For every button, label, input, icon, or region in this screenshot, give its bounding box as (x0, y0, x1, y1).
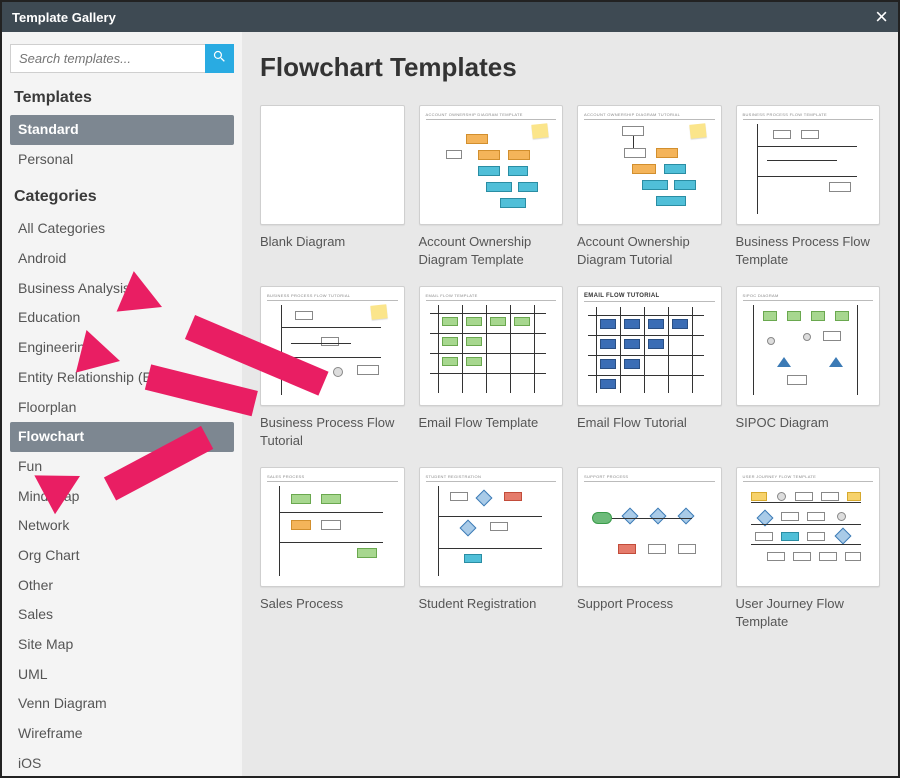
categories-item[interactable]: All Categories (10, 214, 234, 244)
template-thumbnail: STUDENT REGISTRATION (419, 467, 564, 587)
categories-item[interactable]: Mind Map (10, 482, 234, 512)
categories-item[interactable]: Floorplan (10, 393, 234, 423)
template-card[interactable]: Email Flow Tutorial Email Flow Tutorial (577, 286, 722, 449)
template-label: Student Registration (419, 595, 564, 629)
search-button[interactable] (205, 44, 234, 73)
categories-item[interactable]: Flowchart (10, 422, 234, 452)
template-card[interactable]: SUPPORT PROCESS Support Process (577, 467, 722, 630)
main-panel: Flowchart Templates Blank Diagram ACCOUNT… (242, 32, 898, 776)
template-card[interactable]: ACCOUNT OWNERSHIP DIAGRAM TUTORIAL Accoun… (577, 105, 722, 268)
template-card[interactable]: BUSINESS PROCESS FLOW TEMPLATE Business P… (736, 105, 881, 268)
template-thumbnail: SIPOC DIAGRAM (736, 286, 881, 406)
categories-item[interactable]: Education (10, 303, 234, 333)
categories-item[interactable]: iOS (10, 749, 234, 776)
template-thumbnail: SALES PROCESS (260, 467, 405, 587)
categories-item[interactable]: Fun (10, 452, 234, 482)
template-card[interactable]: BUSINESS PROCESS FLOW TUTORIAL Business P… (260, 286, 405, 449)
template-thumbnail: ACCOUNT OWNERSHIP DIAGRAM TUTORIAL (577, 105, 722, 225)
categories-item[interactable]: Venn Diagram (10, 689, 234, 719)
template-thumbnail: USER JOURNEY FLOW TEMPLATE (736, 467, 881, 587)
templates-item[interactable]: Standard (10, 115, 234, 145)
categories-item[interactable]: Org Chart (10, 541, 234, 571)
categories-list: All CategoriesAndroidBusiness AnalysisEd… (10, 214, 234, 776)
categories-item[interactable]: Business Analysis (10, 274, 234, 304)
template-label: Account Ownership Diagram Template (419, 233, 564, 268)
template-card[interactable]: SALES PROCESS Sales Process (260, 467, 405, 630)
sidebar: Templates StandardPersonal Categories Al… (2, 32, 242, 776)
search-row (10, 44, 234, 73)
templates-item[interactable]: Personal (10, 145, 234, 175)
dialog-title: Template Gallery (12, 10, 116, 25)
template-thumbnail (260, 105, 405, 225)
categories-item[interactable]: Network (10, 511, 234, 541)
categories-item[interactable]: Other (10, 571, 234, 601)
template-grid: Blank Diagram ACCOUNT OWNERSHIP DIAGRAM T… (260, 105, 880, 630)
template-card[interactable]: USER JOURNEY FLOW TEMPLATE User Journey F… (736, 467, 881, 630)
template-label: Business Process Flow Template (736, 233, 881, 268)
templates-section-title: Templates (14, 89, 230, 107)
categories-item[interactable]: Wireframe (10, 719, 234, 749)
templates-list: StandardPersonal (10, 115, 234, 174)
template-thumbnail: BUSINESS PROCESS FLOW TEMPLATE (736, 105, 881, 225)
template-label: Blank Diagram (260, 233, 405, 267)
template-label: SIPOC Diagram (736, 414, 881, 448)
template-label: Sales Process (260, 595, 405, 629)
close-icon[interactable]: × (875, 6, 888, 28)
template-thumbnail: EMAIL FLOW TEMPLATE (419, 286, 564, 406)
dialog-body: Templates StandardPersonal Categories Al… (2, 32, 898, 776)
template-thumbnail: Email Flow Tutorial (577, 286, 722, 406)
template-card[interactable]: ACCOUNT OWNERSHIP DIAGRAM TEMPLATE Accoun… (419, 105, 564, 268)
template-label: Email Flow Tutorial (577, 414, 722, 448)
search-icon (212, 49, 227, 69)
template-thumbnail: BUSINESS PROCESS FLOW TUTORIAL (260, 286, 405, 406)
categories-item[interactable]: UML (10, 660, 234, 690)
template-label: Email Flow Template (419, 414, 564, 448)
categories-section-title: Categories (14, 188, 230, 206)
template-label: Account Ownership Diagram Tutorial (577, 233, 722, 268)
template-thumbnail: SUPPORT PROCESS (577, 467, 722, 587)
template-card[interactable]: Blank Diagram (260, 105, 405, 268)
search-input[interactable] (10, 44, 205, 73)
template-label: User Journey Flow Template (736, 595, 881, 630)
template-card[interactable]: STUDENT REGISTRATION Student Registration (419, 467, 564, 630)
categories-item[interactable]: Android (10, 244, 234, 274)
dialog-header: Template Gallery × (2, 2, 898, 32)
template-label: Business Process Flow Tutorial (260, 414, 405, 449)
categories-item[interactable]: Site Map (10, 630, 234, 660)
template-label: Support Process (577, 595, 722, 629)
categories-item[interactable]: Engineering (10, 333, 234, 363)
categories-item[interactable]: Sales (10, 600, 234, 630)
template-thumbnail: ACCOUNT OWNERSHIP DIAGRAM TEMPLATE (419, 105, 564, 225)
template-card[interactable]: SIPOC DIAGRAM SIPOC Diagram (736, 286, 881, 449)
categories-item[interactable]: Entity Relationship (ERD) (10, 363, 234, 393)
page-title: Flowchart Templates (260, 52, 880, 83)
template-card[interactable]: EMAIL FLOW TEMPLATE Email Flow Template (419, 286, 564, 449)
